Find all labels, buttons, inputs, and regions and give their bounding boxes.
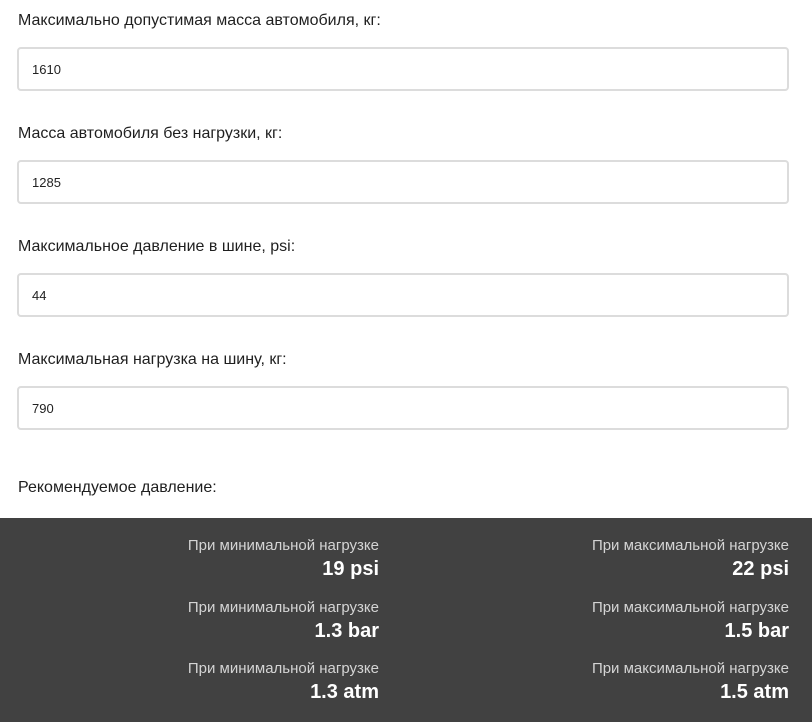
max-pressure-label: Максимальное давление в шине, psi: — [18, 238, 296, 255]
result-min-atm: При минимальной нагрузке 1.3 atm — [188, 660, 379, 705]
min-load-value: 1.3 bar — [314, 620, 379, 642]
result-min-psi: При минимальной нагрузке 19 psi — [188, 537, 379, 582]
max-tire-load-input[interactable] — [17, 386, 789, 430]
recommended-pressure-title: Рекомендуемое давление: — [18, 479, 217, 496]
min-load-caption: При минимальной нагрузке — [187, 537, 379, 554]
min-load-caption: При минимальной нагрузке — [187, 660, 379, 677]
result-max-bar: При максимальной нагрузке 1.5 bar — [592, 599, 789, 644]
max-load-value: 1.5 bar — [724, 620, 789, 642]
max-load-caption: При максимальной нагрузке — [591, 599, 789, 616]
min-load-caption: При минимальной нагрузке — [187, 599, 379, 616]
min-load-value: 19 psi — [322, 558, 379, 580]
max-load-caption: При максимальной нагрузке — [591, 660, 789, 677]
result-max-psi: При максимальной нагрузке 22 psi — [592, 537, 789, 582]
min-load-value: 1.3 atm — [310, 681, 379, 703]
max-mass-input[interactable] — [17, 47, 789, 91]
empty-mass-input[interactable] — [17, 160, 789, 204]
max-mass-label: Максимально допустимая масса автомобиля,… — [18, 12, 381, 29]
max-load-value: 1.5 atm — [720, 681, 789, 703]
result-max-atm: При максимальной нагрузке 1.5 atm — [592, 660, 789, 705]
max-load-value: 22 psi — [732, 558, 789, 580]
max-tire-load-label: Максимальная нагрузка на шину, кг: — [18, 351, 287, 368]
empty-mass-label: Масса автомобиля без нагрузки, кг: — [18, 125, 283, 142]
max-load-caption: При максимальной нагрузке — [591, 537, 789, 554]
max-pressure-input[interactable] — [17, 273, 789, 317]
result-min-bar: При минимальной нагрузке 1.3 bar — [188, 599, 379, 644]
results-panel: При минимальной нагрузке 19 psi При макс… — [0, 518, 812, 722]
tire-pressure-calculator: Максимально допустимая масса автомобиля,… — [0, 0, 812, 722]
